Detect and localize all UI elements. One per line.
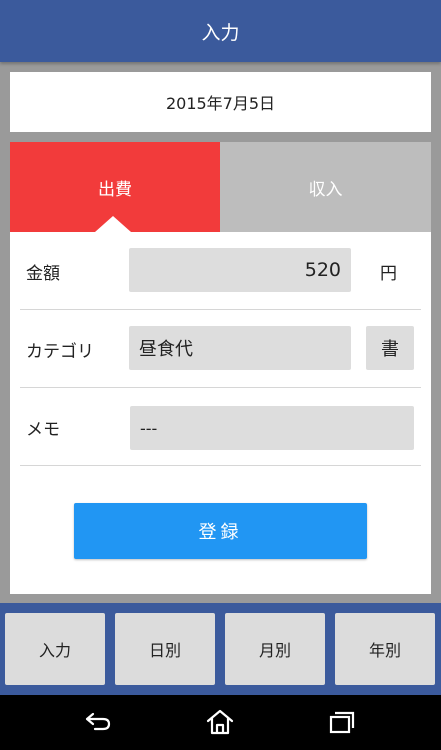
book-button-label: 書 <box>381 339 399 360</box>
date-selector[interactable]: 2015年7月5日 <box>10 72 431 132</box>
category-value: 昼食代 <box>139 339 193 360</box>
category-book-button[interactable]: 書 <box>366 326 414 370</box>
category-label: カテゴリ <box>26 341 94 362</box>
header-title: 入力 <box>201 21 240 44</box>
tab-expense-label: 出費 <box>98 179 132 200</box>
back-icon[interactable] <box>82 707 114 737</box>
amount-label: 金額 <box>26 263 60 284</box>
system-navigation-bar <box>0 695 441 750</box>
nav-input-button[interactable]: 入力 <box>5 613 105 685</box>
nav-monthly-label: 月別 <box>258 641 291 660</box>
memo-value: --- <box>140 418 158 438</box>
amount-input[interactable]: 520 <box>129 248 351 292</box>
amount-unit: 円 <box>380 263 397 284</box>
recent-apps-icon[interactable] <box>326 707 358 737</box>
type-tabs: 出費 収入 <box>10 142 431 232</box>
nav-yearly-label: 年別 <box>368 641 401 660</box>
nav-input-label: 入力 <box>38 641 71 660</box>
nav-yearly-button[interactable]: 年別 <box>335 613 435 685</box>
register-button[interactable]: 登録 <box>74 503 367 559</box>
nav-daily-button[interactable]: 日別 <box>115 613 215 685</box>
memo-input[interactable]: --- <box>130 406 414 450</box>
nav-daily-label: 日別 <box>148 641 181 660</box>
tab-expense[interactable]: 出費 <box>10 142 220 232</box>
date-value: 2015年7月5日 <box>165 94 276 113</box>
entry-form: 金額 520 円 カテゴリ 昼食代 書 メモ --- 登録 <box>10 232 431 594</box>
category-input[interactable]: 昼食代 <box>129 326 351 370</box>
amount-row: 金額 520 円 <box>10 232 431 310</box>
nav-monthly-button[interactable]: 月別 <box>225 613 325 685</box>
tab-income-label: 収入 <box>308 179 343 200</box>
amount-value: 520 <box>304 259 341 281</box>
register-button-label: 登録 <box>198 522 243 543</box>
active-tab-pointer <box>95 216 131 232</box>
home-icon[interactable] <box>204 707 236 737</box>
app-header: 入力 <box>0 0 441 62</box>
row-divider <box>20 465 421 466</box>
bottom-navigation: 入力 日別 月別 年別 <box>0 603 441 695</box>
tab-income[interactable]: 収入 <box>220 142 431 232</box>
memo-label: メモ <box>26 419 60 440</box>
